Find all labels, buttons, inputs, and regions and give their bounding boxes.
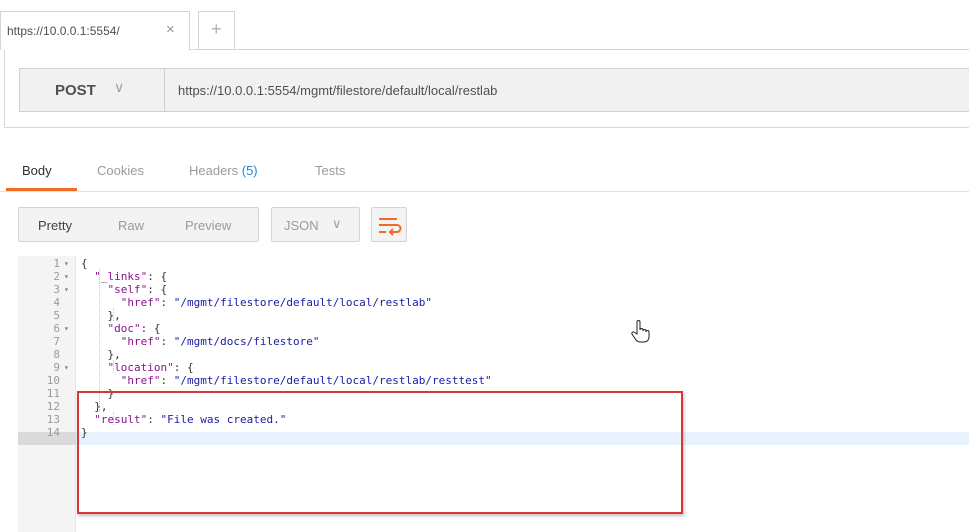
json-punctuation: : { bbox=[140, 322, 161, 335]
json-key: "self" bbox=[107, 283, 148, 296]
code-text: { bbox=[81, 257, 88, 270]
code-line: 1 ▾ { bbox=[18, 257, 969, 270]
line-number: 1 bbox=[53, 257, 60, 270]
json-punctuation: : { bbox=[173, 361, 194, 374]
json-punctuation: : bbox=[160, 335, 174, 348]
code-line: 7 "href": "/mgmt/docs/filestore" bbox=[18, 335, 969, 348]
line-number: 12 bbox=[46, 400, 60, 413]
headers-count-badge: (5) bbox=[241, 163, 258, 178]
fold-arrow-icon[interactable]: ▾ bbox=[64, 270, 69, 283]
json-punctuation: : { bbox=[147, 270, 168, 283]
json-punctuation bbox=[81, 283, 108, 296]
line-number: 6 bbox=[53, 322, 60, 335]
json-punctuation: }, bbox=[81, 309, 121, 322]
json-punctuation: { bbox=[81, 257, 88, 270]
json-punctuation: : bbox=[160, 374, 174, 387]
code-line: 8 }, bbox=[18, 348, 969, 361]
json-string: "/mgmt/filestore/default/local/restlab" bbox=[173, 296, 433, 309]
code-text: "href": "/mgmt/filestore/default/local/r… bbox=[81, 374, 492, 387]
line-number: 7 bbox=[53, 335, 60, 348]
fold-arrow-icon[interactable]: ▾ bbox=[64, 283, 69, 296]
json-string: "/mgmt/docs/filestore" bbox=[173, 335, 320, 348]
line-number: 8 bbox=[53, 348, 60, 361]
code-line: 5 }, bbox=[18, 309, 969, 322]
line-number: 10 bbox=[46, 374, 60, 387]
json-punctuation: }, bbox=[81, 348, 121, 361]
code-line: 4 "href": "/mgmt/filestore/default/local… bbox=[18, 296, 969, 309]
json-punctuation bbox=[81, 335, 121, 348]
format-label: JSON bbox=[284, 218, 319, 233]
url-bar: POST ∨ https://10.0.0.1:5554/mgmt/filest… bbox=[19, 68, 969, 112]
tab-tests[interactable]: Tests bbox=[315, 163, 345, 178]
code-text: "href": "/mgmt/filestore/default/local/r… bbox=[81, 296, 432, 309]
code-line: 6 ▾ "doc": { bbox=[18, 322, 969, 335]
line-number: 4 bbox=[53, 296, 60, 309]
format-select[interactable]: JSON ∨ bbox=[271, 207, 360, 242]
line-number: 14 bbox=[46, 426, 60, 439]
hand-pointer-icon bbox=[631, 320, 650, 343]
pretty-button[interactable]: Pretty bbox=[38, 218, 72, 233]
code-text: "doc": { bbox=[81, 322, 161, 335]
json-key: "doc" bbox=[107, 322, 141, 335]
view-mode-group: Pretty Raw Preview bbox=[18, 207, 259, 242]
json-key: "location" bbox=[107, 361, 174, 374]
code-line: 2 ▾ "_links": { bbox=[18, 270, 969, 283]
code-line: 10 "href": "/mgmt/filestore/default/loca… bbox=[18, 374, 969, 387]
annotation-highlight-box bbox=[77, 391, 683, 514]
code-line: 9 ▾ "location": { bbox=[18, 361, 969, 374]
line-number: 11 bbox=[46, 387, 60, 400]
tab-cookies[interactable]: Cookies bbox=[97, 163, 144, 178]
fold-arrow-icon[interactable]: ▾ bbox=[64, 257, 69, 270]
code-text: "_links": { bbox=[81, 270, 167, 283]
json-key: "href" bbox=[120, 296, 161, 309]
active-tab-indicator bbox=[6, 188, 77, 191]
request-tab[interactable]: https://10.0.0.1:5554/ × bbox=[0, 11, 190, 50]
json-punctuation bbox=[81, 374, 121, 387]
method-select[interactable]: POST ∨ bbox=[20, 69, 165, 111]
raw-button[interactable]: Raw bbox=[118, 218, 144, 233]
json-punctuation bbox=[81, 361, 108, 374]
json-punctuation: : { bbox=[147, 283, 168, 296]
line-number: 2 bbox=[53, 270, 60, 283]
tab-headers[interactable]: Headers (5) bbox=[189, 163, 258, 178]
tab-headers-label: Headers bbox=[189, 163, 242, 178]
line-number: 3 bbox=[53, 283, 60, 296]
code-text: }, bbox=[81, 309, 121, 322]
response-tabs: Body Cookies Headers (5) Tests bbox=[0, 150, 969, 192]
code-text: "location": { bbox=[81, 361, 194, 374]
json-punctuation bbox=[81, 270, 94, 283]
json-string: "/mgmt/filestore/default/local/restlab/r… bbox=[173, 374, 492, 387]
tab-body[interactable]: Body bbox=[22, 163, 52, 178]
plus-icon: + bbox=[211, 19, 222, 39]
json-key: "href" bbox=[120, 335, 161, 348]
request-tab-label: https://10.0.0.1:5554/ bbox=[7, 24, 120, 38]
close-icon[interactable]: × bbox=[166, 21, 175, 38]
method-label: POST bbox=[55, 82, 96, 99]
wrap-lines-icon bbox=[379, 218, 402, 236]
code-text: "href": "/mgmt/docs/filestore" bbox=[81, 335, 320, 348]
chevron-down-icon: ∨ bbox=[114, 79, 125, 95]
new-tab-button[interactable]: + bbox=[198, 11, 235, 50]
fold-arrow-icon[interactable]: ▾ bbox=[64, 361, 69, 374]
line-number: 5 bbox=[53, 309, 60, 322]
code-text: }, bbox=[81, 348, 121, 361]
code-text: "self": { bbox=[81, 283, 168, 296]
json-punctuation bbox=[81, 322, 108, 335]
json-key: "href" bbox=[120, 374, 161, 387]
chevron-down-icon: ∨ bbox=[332, 216, 342, 231]
json-punctuation bbox=[81, 296, 121, 309]
json-key: "_links" bbox=[94, 270, 148, 283]
code-line: 3 ▾ "self": { bbox=[18, 283, 969, 296]
line-number: 13 bbox=[46, 413, 60, 426]
wrap-lines-button[interactable] bbox=[371, 207, 407, 242]
preview-button[interactable]: Preview bbox=[185, 218, 231, 233]
line-number: 9 bbox=[53, 361, 60, 374]
fold-arrow-icon[interactable]: ▾ bbox=[64, 322, 69, 335]
tab-strip: https://10.0.0.1:5554/ × + bbox=[0, 0, 969, 50]
url-input[interactable]: https://10.0.0.1:5554/mgmt/filestore/def… bbox=[178, 83, 497, 98]
json-punctuation: : bbox=[160, 296, 174, 309]
request-panel: POST ∨ https://10.0.0.1:5554/mgmt/filest… bbox=[4, 50, 969, 128]
